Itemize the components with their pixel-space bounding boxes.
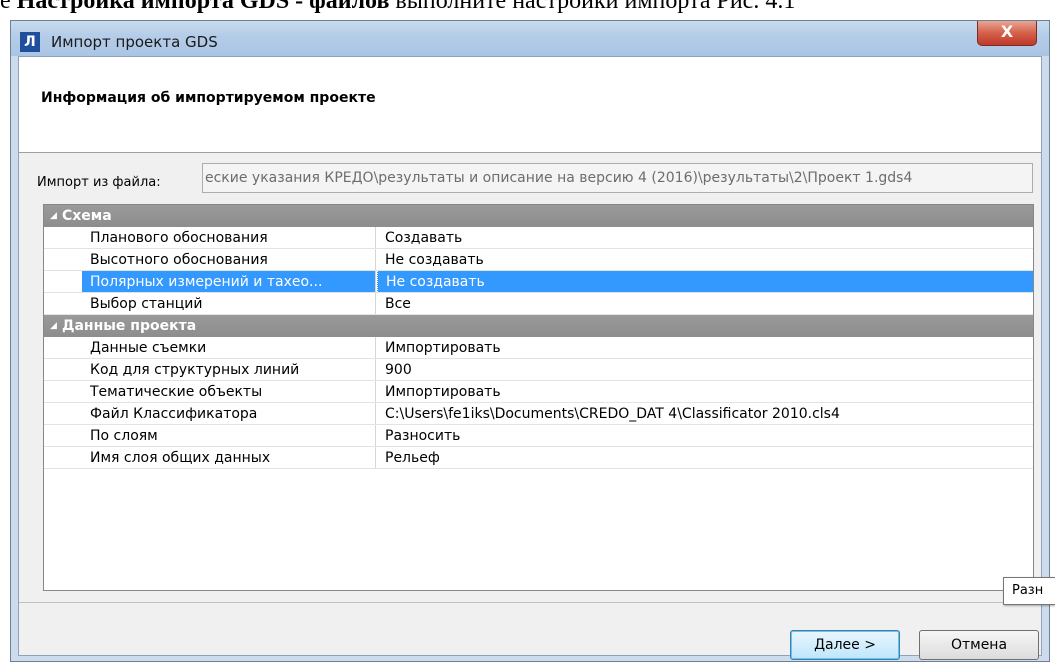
property-name: Выбор станций (82, 293, 376, 314)
property-row[interactable]: По слоям Разносить (44, 425, 1033, 447)
close-button[interactable]: X (977, 21, 1037, 46)
property-value[interactable]: Рельеф (377, 447, 1033, 468)
collapse-triangle-icon[interactable]: ◢ (50, 315, 57, 337)
property-value[interactable]: Создавать (377, 227, 1033, 248)
group-header-scheme[interactable]: ◢ Схема (44, 205, 1033, 227)
property-name: Имя слоя общих данных (82, 447, 376, 468)
import-dialog: Л Импорт проекта GDS X Информация об имп… (10, 20, 1050, 662)
property-row[interactable]: Тематические объекты Импортировать (44, 381, 1033, 403)
next-button[interactable]: Далее > (790, 630, 900, 660)
collapse-triangle-icon[interactable]: ◢ (50, 205, 57, 227)
property-name: Файл Классификатора (82, 403, 376, 424)
dialog-body: Информация об импортируемом проекте Импо… (18, 56, 1042, 660)
property-row[interactable]: Высотного обоснования Не создавать (44, 249, 1033, 271)
property-value[interactable]: Разносить (377, 425, 1033, 446)
header-title: Информация об импортируемом проекте (41, 90, 376, 106)
property-row[interactable]: Код для структурных линий 900 (44, 359, 1033, 381)
property-name: По слоям (82, 425, 376, 446)
property-name: Планового обоснования (82, 227, 376, 248)
property-value[interactable]: C:\Users\fe1iks\Documents\CREDO_DAT 4\Cl… (377, 403, 1033, 424)
property-row[interactable]: Файл Классификатора C:\Users\fe1iks\Docu… (44, 403, 1033, 425)
cancel-button[interactable]: Отмена (919, 630, 1039, 660)
property-row[interactable]: Имя слоя общих данных Рельеф (44, 447, 1033, 469)
property-value[interactable]: Все (377, 293, 1033, 314)
property-grid[interactable]: ◢ Схема Планового обоснования Создавать … (43, 204, 1034, 591)
property-row[interactable]: Данные съемки Импортировать (44, 337, 1033, 359)
property-name: Высотного обоснования (82, 249, 376, 270)
app-icon: Л (20, 32, 40, 52)
property-row[interactable]: Выбор станций Все (44, 293, 1033, 315)
title-bar[interactable]: Л Импорт проекта GDS X (11, 21, 1049, 56)
import-path-value: еские указания КРЕДО\результаты и описан… (205, 170, 913, 186)
property-value[interactable]: Не создавать (377, 249, 1033, 270)
property-name: Код для структурных линий (82, 359, 376, 380)
property-value[interactable]: Импортировать (377, 381, 1033, 402)
property-value[interactable]: Не создавать (377, 271, 1033, 292)
property-name: Тематические объекты (82, 381, 376, 402)
document-text-line: е Настройка импорта GDS - файлов выполни… (0, 0, 796, 14)
property-name: Данные съемки (82, 337, 376, 358)
footer-divider (19, 602, 1041, 603)
property-value[interactable]: 900 (377, 359, 1033, 380)
property-row[interactable]: Планового обоснования Создавать (44, 227, 1033, 249)
group-header-project-data[interactable]: ◢ Данные проекта (44, 315, 1033, 337)
property-name: Полярных измерений и тахео... (82, 271, 376, 292)
property-value[interactable]: Импортировать (377, 337, 1033, 358)
import-from-label: Импорт из файла: (37, 175, 161, 190)
property-row-selected[interactable]: Полярных измерений и тахео... Не создава… (44, 271, 1033, 293)
group-title: Схема (62, 208, 112, 224)
window-title: Импорт проекта GDS (51, 33, 218, 51)
import-path-field[interactable]: еские указания КРЕДО\результаты и описан… (202, 163, 1033, 193)
tooltip: Разн (1003, 577, 1055, 605)
group-title: Данные проекта (62, 318, 197, 334)
header-panel: Информация об импортируемом проекте (19, 57, 1041, 153)
